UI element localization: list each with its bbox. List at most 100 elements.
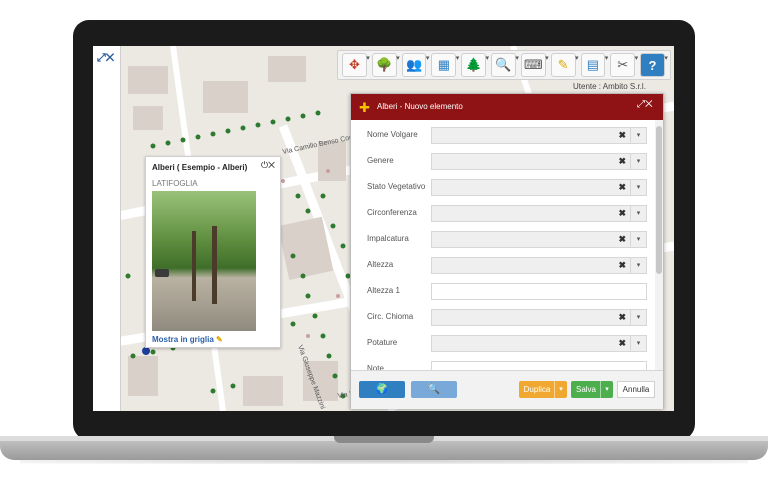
form-row: Potature ✖ ▾	[351, 332, 655, 358]
scroll-thumb[interactable]	[656, 126, 662, 274]
clear-icon[interactable]: ✖	[618, 312, 626, 323]
tool-tree-icon: 🌲	[465, 57, 482, 72]
layer-panel: ⤢✕	[93, 46, 121, 411]
window-controls: ⤢✕	[637, 99, 653, 110]
clear-icon[interactable]: ✖	[618, 208, 626, 219]
field-label: Genere	[367, 156, 394, 165]
tool-map-icon: ▦	[437, 57, 450, 72]
dropdown-icon[interactable]: ▾	[630, 128, 646, 143]
dropdown-icon[interactable]: ▾	[630, 206, 646, 221]
new-element-window: ✚ Alberi - Nuovo elemento ⤢✕ Nome Volgar…	[350, 93, 664, 409]
window-header: ✚ Alberi - Nuovo elemento ⤢✕	[351, 94, 663, 120]
close-icon[interactable]: ✕	[268, 160, 275, 170]
form-row: Altezza ✖ ▾	[351, 254, 655, 280]
tool-tools-button[interactable]: ✂ ▾	[610, 53, 638, 77]
window-close-icon[interactable]: ✕	[645, 99, 653, 110]
dropdown-icon[interactable]: ▾	[630, 258, 646, 273]
select-field[interactable]: ✖ ▾	[431, 231, 647, 248]
tool-layer-icon: 🌳	[376, 57, 393, 72]
select-field[interactable]: ✖ ▾	[431, 127, 647, 144]
tool-note-button[interactable]: ✎ ▾	[550, 53, 579, 77]
tool-keyboard-button[interactable]: ⌨ ▾	[520, 53, 549, 77]
globe-button[interactable]: 🌍	[359, 381, 405, 398]
dropdown-icon[interactable]: ▾	[630, 336, 646, 351]
select-field[interactable]: ✖ ▾	[431, 309, 647, 326]
select-field[interactable]: ✖ ▾	[431, 257, 647, 274]
duplica-button[interactable]: Duplica ▾	[519, 381, 567, 398]
tool-map-button[interactable]: ▦ ▾	[431, 53, 459, 77]
tool-select-button[interactable]: ✥ ▾	[342, 53, 370, 77]
field-label: Circ. Chioma	[367, 312, 414, 321]
duplica-caret-icon[interactable]: ▾	[554, 381, 567, 398]
tool-table-icon: ▤	[586, 57, 600, 72]
tool-users-icon: 👥	[405, 57, 423, 72]
dropdown-caret-icon[interactable]: ▾	[605, 54, 609, 62]
clear-icon[interactable]: ✖	[618, 234, 626, 245]
text-field[interactable]	[431, 283, 647, 300]
dropdown-caret-icon[interactable]: ▾	[486, 54, 490, 62]
field-label: Nome Volgare	[367, 130, 418, 139]
form-scrollbar[interactable]	[655, 120, 663, 370]
tool-help-icon: ?	[648, 57, 657, 73]
laptop-notch	[334, 436, 434, 443]
popup-subtitle: LATIFOGLIA	[152, 179, 198, 188]
form-row: Nome Volgare ✖ ▾	[351, 124, 655, 150]
form-row: Genere ✖ ▾	[351, 150, 655, 176]
field-label: Circonferenza	[367, 208, 417, 217]
tool-keyboard-icon: ⌨	[523, 57, 543, 72]
globe-zoom-icon: 🔍	[427, 384, 441, 395]
dropdown-icon[interactable]: ▾	[630, 232, 646, 247]
tool-tools-icon: ✂	[617, 57, 629, 72]
dropdown-caret-icon[interactable]: ▾	[575, 54, 579, 62]
map-toolbar: ✥ ▾ 🌳 ▾ 👥 ▾ ▦ ▾ 🌲 ▾ 🔍 ▾ ⌨ ▾ ✎ ▾ ▤ ▾ ✂ ▾? ▾	[337, 50, 671, 80]
dropdown-caret-icon[interactable]: ▾	[545, 54, 549, 62]
salva-button[interactable]: Salva ▾	[571, 381, 613, 398]
dropdown-caret-icon[interactable]: ▾	[664, 54, 668, 62]
expand-icon[interactable]: ⤢	[637, 99, 645, 110]
salva-caret-icon[interactable]: ▾	[600, 381, 613, 398]
tool-help-button[interactable]: ? ▾	[640, 53, 668, 77]
tool-layer-button[interactable]: 🌳 ▾	[371, 53, 400, 77]
popup-controls: ⏻✕	[261, 160, 275, 171]
element-form: Nome Volgare ✖ ▾ Genere ✖ ▾ Stato Vegetativo ✖ ▾…	[351, 120, 655, 370]
user-label: Utente : Ambito S.r.l.	[573, 82, 646, 91]
tool-table-button[interactable]: ▤ ▾	[580, 53, 609, 77]
tree-photo	[152, 191, 256, 331]
dropdown-caret-icon[interactable]: ▾	[456, 54, 460, 62]
clear-icon[interactable]: ✖	[618, 182, 626, 193]
pencil-icon[interactable]: ✎	[216, 335, 223, 344]
dropdown-icon[interactable]: ▾	[630, 154, 646, 169]
text-field[interactable]	[431, 361, 647, 370]
tool-users-button[interactable]: 👥 ▾	[401, 53, 430, 77]
collapse-panel-icon[interactable]: ⤢✕	[97, 52, 114, 65]
clear-icon[interactable]: ✖	[618, 130, 626, 141]
tool-tree-button[interactable]: 🌲 ▾	[461, 53, 489, 77]
select-field[interactable]: ✖ ▾	[431, 335, 647, 352]
annulla-button[interactable]: Annulla	[617, 381, 655, 398]
field-label: Altezza 1	[367, 286, 400, 295]
clear-icon[interactable]: ✖	[618, 260, 626, 271]
clear-icon[interactable]: ✖	[618, 156, 626, 167]
dropdown-caret-icon[interactable]: ▾	[426, 54, 430, 62]
field-label: Altezza	[367, 260, 394, 269]
form-row: Note	[351, 358, 655, 370]
field-label: Potature	[367, 338, 398, 347]
feature-popup: Alberi ( Esempio - Alberi) ⏻✕ LATIFOGLIA…	[145, 156, 281, 348]
tool-note-icon: ✎	[557, 57, 569, 72]
dropdown-icon[interactable]: ▾	[630, 180, 646, 195]
select-field[interactable]: ✖ ▾	[431, 179, 647, 196]
tool-zoom-button[interactable]: 🔍 ▾	[491, 53, 519, 77]
dropdown-caret-icon[interactable]: ▾	[396, 54, 400, 62]
select-field[interactable]: ✖ ▾	[431, 205, 647, 222]
show-in-grid-link[interactable]: Mostra in griglia ✎	[152, 335, 223, 344]
globe-zoom-button[interactable]: 🔍	[411, 381, 457, 398]
window-title: Alberi - Nuovo elemento	[377, 102, 463, 111]
dropdown-caret-icon[interactable]: ▾	[515, 54, 519, 62]
dropdown-caret-icon[interactable]: ▾	[366, 54, 370, 62]
dropdown-icon[interactable]: ▾	[630, 310, 646, 325]
plus-icon: ✚	[359, 100, 370, 115]
dropdown-caret-icon[interactable]: ▾	[635, 54, 639, 62]
select-field[interactable]: ✖ ▾	[431, 153, 647, 170]
form-row: Circonferenza ✖ ▾	[351, 202, 655, 228]
clear-icon[interactable]: ✖	[618, 338, 626, 349]
